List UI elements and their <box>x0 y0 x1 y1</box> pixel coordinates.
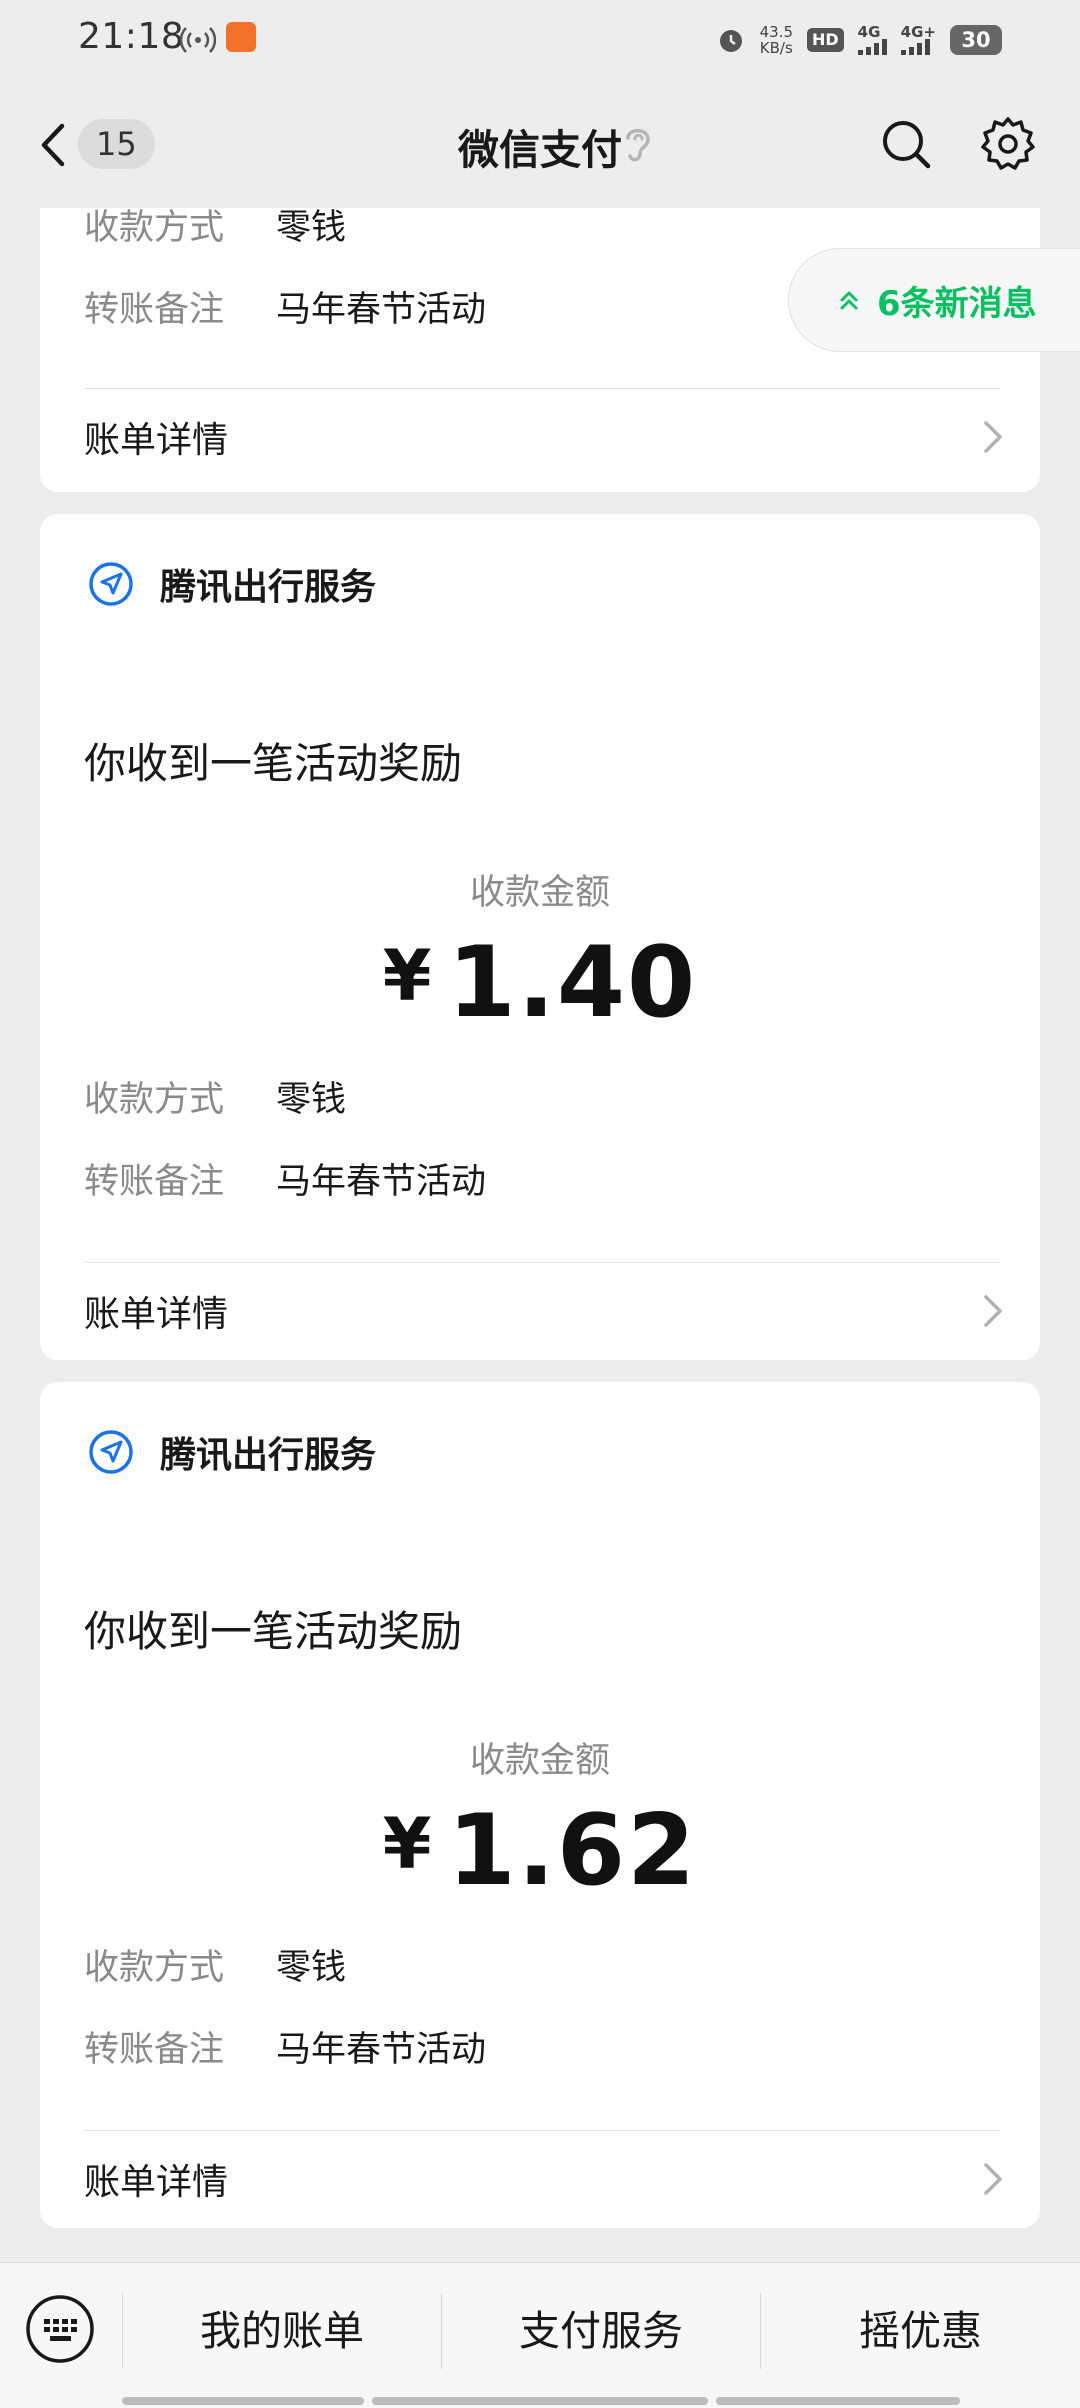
payment-method-row: 收款方式 零钱 <box>84 208 346 252</box>
payment-method-label: 收款方式 <box>84 1080 225 1120</box>
settings-icon[interactable] <box>980 116 1036 172</box>
transfer-note-label: 转账备注 <box>84 2030 225 2070</box>
message-list[interactable]: 收款方式 零钱 转账备注 马年春节活动 账单详情 腾讯出行服务 你收到一笔活动奖… <box>0 208 1080 2262</box>
amount-label: 收款金额 <box>469 873 610 913</box>
card-header: 腾讯出行服务 <box>88 1426 376 1478</box>
double-chevron-up-icon <box>840 291 858 310</box>
home-indicator <box>716 2397 960 2405</box>
currency-symbol: ¥ <box>382 935 434 1017</box>
menu-shake-offers[interactable]: 摇优惠 <box>761 2293 1080 2369</box>
transfer-note-row: 转账备注 马年春节活动 <box>84 1158 486 1206</box>
payment-card: 腾讯出行服务 你收到一笔活动奖励 收款金额 ¥1.40 收款方式 零钱 转账备注… <box>40 514 1040 1360</box>
menu-payment-services[interactable]: 支付服务 <box>442 2293 760 2369</box>
currency-symbol: ¥ <box>382 1803 434 1885</box>
amount-value: 1.62 <box>447 1794 698 1908</box>
amount: ¥1.62 <box>40 1794 1040 1908</box>
bill-detail-link[interactable]: 账单详情 <box>84 2131 1004 2227</box>
service-name: 腾讯出行服务 <box>160 567 377 608</box>
nav-bar: 微信支付 <box>0 80 1080 208</box>
payment-card: 腾讯出行服务 你收到一笔活动奖励 收款金额 ¥1.62 收款方式 零钱 转账备注… <box>40 1382 1040 2228</box>
transfer-note-row: 转账备注 马年春节活动 <box>84 2026 486 2074</box>
navigation-arrow-icon <box>89 562 133 606</box>
transfer-note-value: 马年春节活动 <box>276 2030 487 2070</box>
payment-method-row: 收款方式 零钱 <box>84 1076 346 1124</box>
card-title: 你收到一笔活动奖励 <box>84 1607 463 1656</box>
chevron-right-icon <box>984 421 1002 453</box>
transfer-note-label: 转账备注 <box>84 1162 225 1202</box>
transfer-note-value: 马年春节活动 <box>276 290 487 330</box>
transfer-note-value: 马年春节活动 <box>276 1162 487 1202</box>
app-notification-icon <box>226 22 256 52</box>
home-indicator <box>122 2397 364 2405</box>
payment-method-value: 零钱 <box>276 208 347 248</box>
amount: ¥1.40 <box>40 926 1040 1040</box>
alarm-icon <box>719 30 742 52</box>
payment-method-row: 收款方式 零钱 <box>84 1944 346 1992</box>
status-bar: 21:18 43.5 KB/s HD 4G 4G+ 30 <box>0 0 1080 80</box>
new-messages-label: 6条新消息 <box>877 283 1037 324</box>
chevron-right-icon <box>984 1295 1002 1327</box>
hotspot-icon <box>180 27 216 53</box>
net-speed: 43.5 KB/s <box>759 23 793 57</box>
battery-indicator: 30 <box>950 25 1002 55</box>
payment-method-label: 收款方式 <box>84 208 225 248</box>
bill-detail-label: 账单详情 <box>84 420 229 461</box>
service-name: 腾讯出行服务 <box>160 1435 377 1476</box>
bill-detail-link[interactable]: 账单详情 <box>84 1263 1004 1359</box>
search-icon[interactable] <box>880 118 932 170</box>
card-header: 腾讯出行服务 <box>88 558 376 610</box>
amount-value: 1.40 <box>447 926 698 1040</box>
home-indicator <box>372 2397 708 2405</box>
amount-label: 收款金额 <box>469 1741 610 1781</box>
ear-icon <box>626 128 650 162</box>
new-messages-button[interactable]: 6条新消息 <box>788 248 1080 352</box>
menu-my-bills[interactable]: 我的账单 <box>123 2293 441 2369</box>
keyboard-icon[interactable] <box>24 2293 96 2365</box>
navigation-arrow-icon <box>89 1430 133 1474</box>
unread-count-badge[interactable]: 15 <box>78 119 155 169</box>
payment-method-label: 收款方式 <box>84 1948 225 1988</box>
bottom-menu: 我的账单 支付服务 摇优惠 <box>0 2262 1080 2408</box>
bill-detail-link[interactable]: 账单详情 <box>84 389 1004 485</box>
payment-method-value: 零钱 <box>276 1948 347 1988</box>
signal-2: 4G+ <box>900 25 936 55</box>
hd-badge: HD <box>807 28 844 52</box>
transfer-note-label: 转账备注 <box>84 290 225 330</box>
payment-method-value: 零钱 <box>276 1080 347 1120</box>
status-time: 21:18 <box>78 16 185 57</box>
bill-detail-label: 账单详情 <box>84 2162 229 2203</box>
signal-1: 4G <box>857 25 887 55</box>
chevron-right-icon <box>984 2163 1002 2195</box>
transfer-note-row: 转账备注 马年春节活动 <box>84 286 486 334</box>
card-title: 你收到一笔活动奖励 <box>84 739 463 788</box>
bill-detail-label: 账单详情 <box>84 1294 229 1335</box>
